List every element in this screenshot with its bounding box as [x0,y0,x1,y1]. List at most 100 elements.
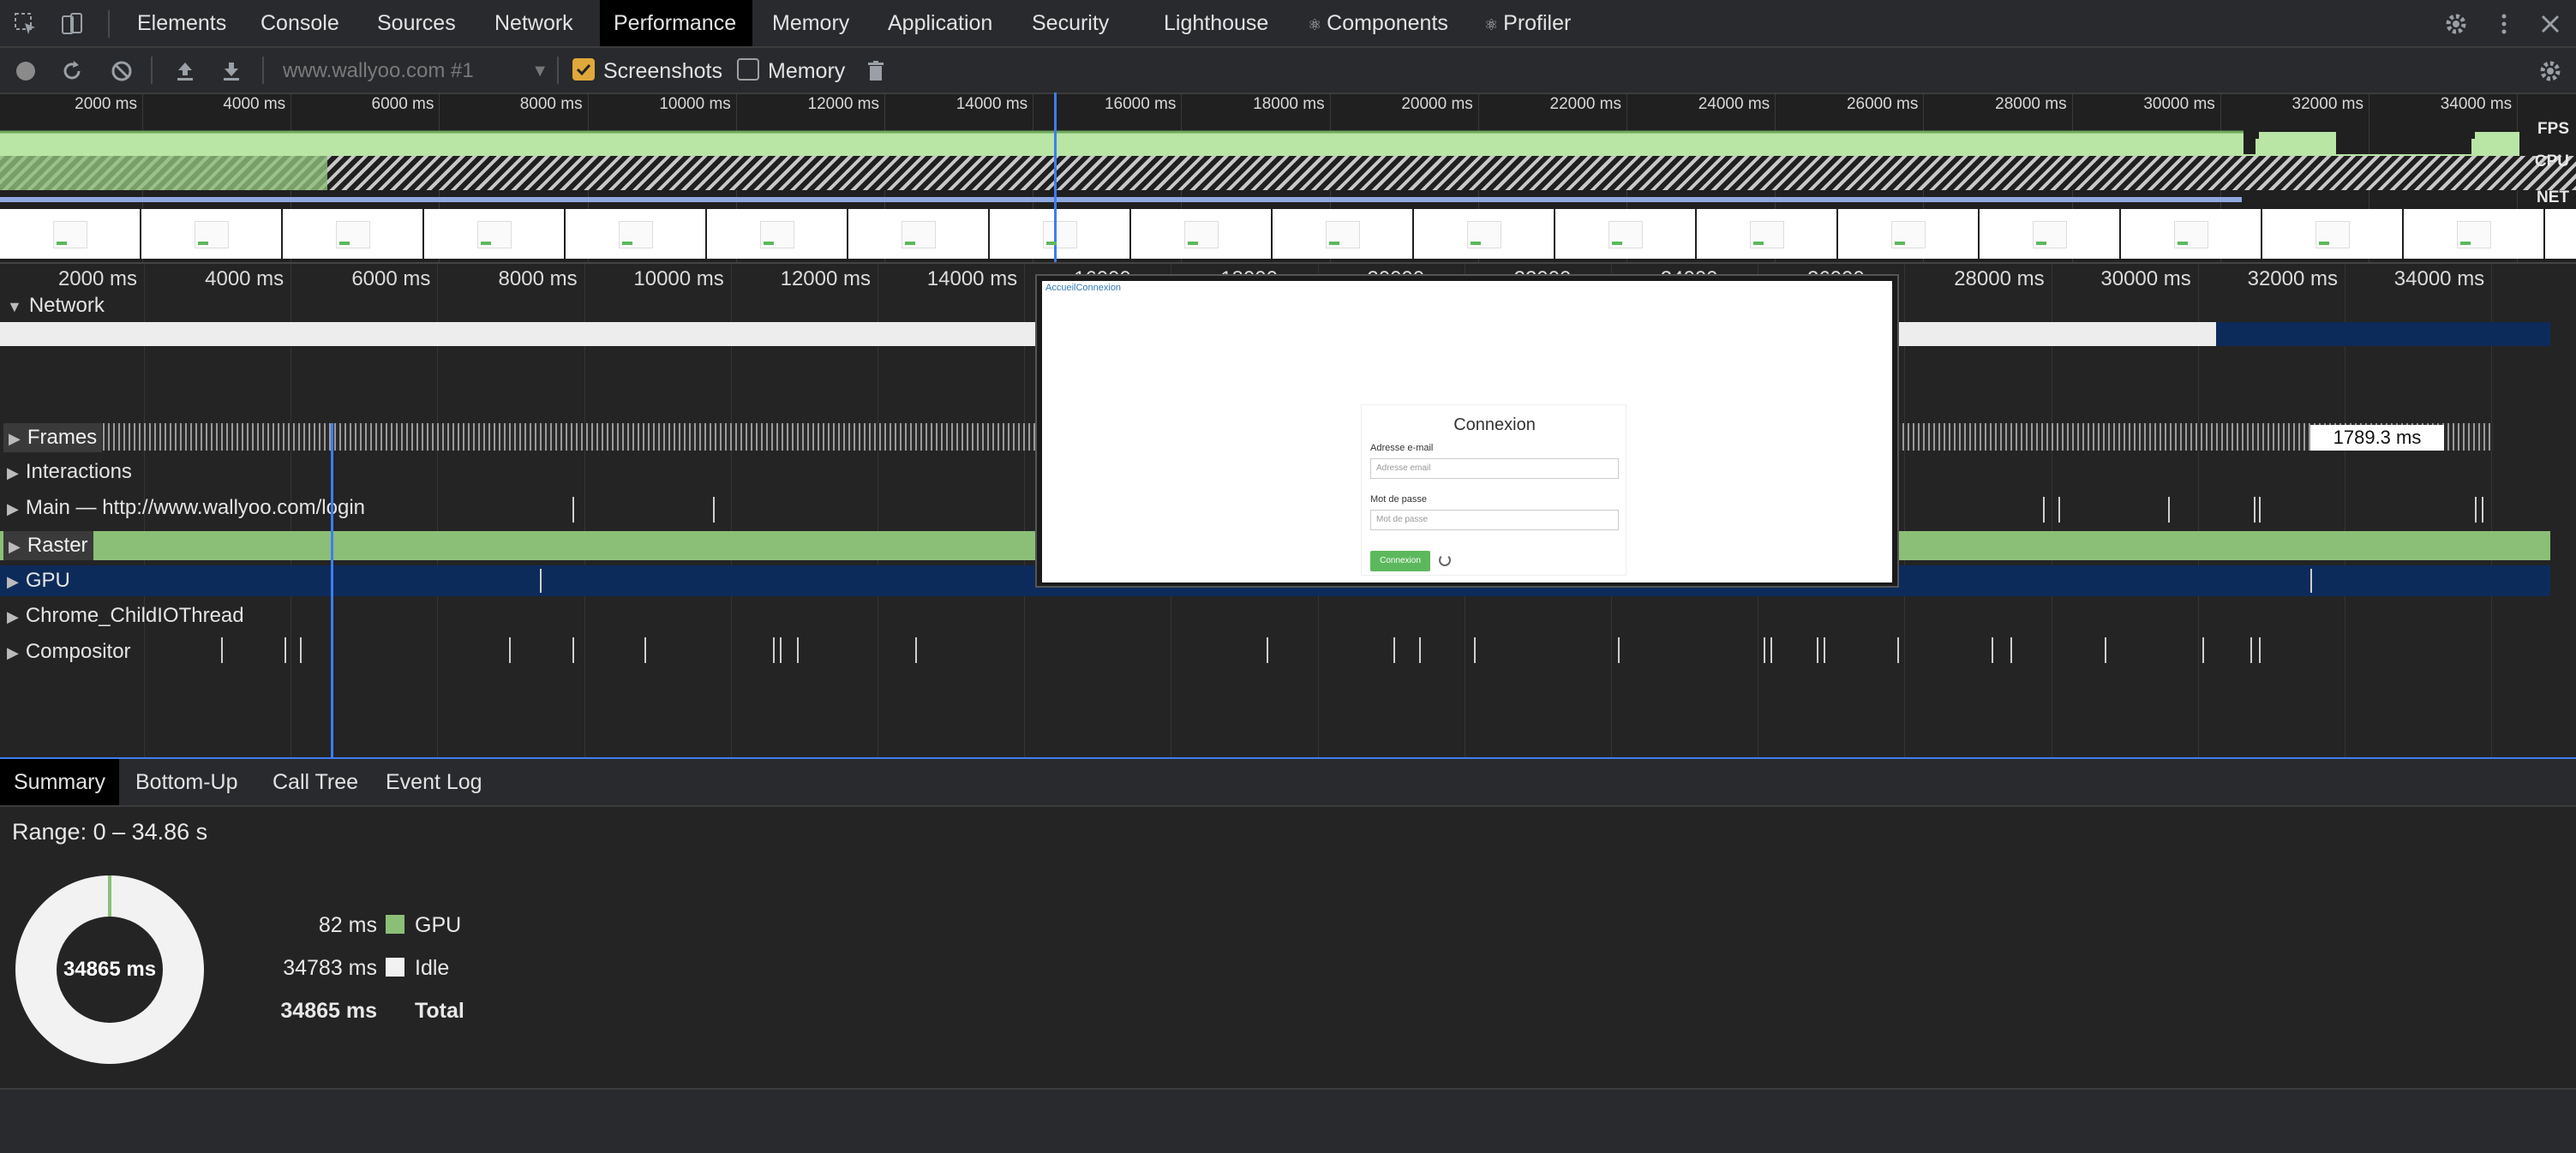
compositor-event-mark[interactable] [1419,637,1421,663]
main-event-mark[interactable] [2475,497,2477,523]
screenshot-thumbnail[interactable] [2262,209,2402,259]
tab-application[interactable]: Application [874,0,1006,46]
screenshot-thumbnail[interactable] [1414,209,1554,259]
reload-icon[interactable] [57,56,87,87]
tab-console[interactable]: Console [247,0,353,46]
screenshot-thumbnail[interactable] [2404,209,2543,259]
compositor-event-mark[interactable] [2105,637,2106,663]
compositor-event-mark[interactable] [509,637,511,663]
tab-bottom-up[interactable]: Bottom-Up [122,759,251,805]
download-profile-icon[interactable] [216,56,247,87]
compositor-event-mark[interactable] [2259,637,2261,663]
compositor-event-mark[interactable] [1770,637,1772,663]
screenshot-thumbnail[interactable] [566,209,705,259]
compositor-event-mark[interactable] [1618,637,1620,663]
settings-gear-icon[interactable] [2441,9,2471,39]
gpu-event-mark[interactable] [2310,569,2312,593]
profile-select[interactable]: www.wallyoo.com #1 ▼ [283,56,548,87]
compositor-event-mark[interactable] [780,637,782,663]
main-event-mark[interactable] [2254,497,2255,523]
compositor-event-mark[interactable] [1992,637,1993,663]
tab-elements[interactable]: Elements [123,0,240,46]
screenshot-thumbnail[interactable] [0,209,140,259]
inspect-element-icon[interactable] [10,9,41,39]
trash-icon[interactable] [860,56,891,87]
compositor-event-mark[interactable] [1897,637,1899,663]
compositor-event-mark[interactable] [1764,637,1765,663]
screenshot-thumbnail[interactable] [1697,209,1836,259]
tab-sources[interactable]: Sources [363,0,470,46]
screenshot-filmstrip[interactable] [0,209,2576,262]
more-options-icon[interactable] [2489,9,2519,39]
compositor-event-mark[interactable] [1824,637,1825,663]
compositor-event-mark[interactable] [915,637,917,663]
tab-performance[interactable]: Performance [600,0,752,46]
main-event-mark[interactable] [2058,497,2060,523]
gpu-event-mark[interactable] [540,569,542,593]
screenshot-thumbnail[interactable] [2121,209,2261,259]
tab-security[interactable]: Security [1018,0,1123,46]
timeline-cursor[interactable] [331,423,333,757]
compositor-event-mark[interactable] [773,637,775,663]
main-event-mark[interactable] [2043,497,2045,523]
timeline-overview[interactable]: 2000 ms 4000 ms 6000 ms 8000 ms 10000 ms 1200… [0,94,2576,262]
screenshot-thumbnail[interactable] [1273,209,1412,259]
screenshot-thumbnail[interactable] [848,209,988,259]
compositor-event-mark[interactable] [2010,637,2012,663]
overview-cursor[interactable] [1054,93,1057,262]
compositor-event-mark[interactable] [285,637,286,663]
record-icon[interactable] [10,56,41,87]
tab-summary[interactable]: Summary [0,759,119,805]
main-event-mark[interactable] [2482,497,2483,523]
compositor-event-mark[interactable] [2250,637,2252,663]
compositor-event-mark[interactable] [1817,637,1818,663]
compositor-event-mark[interactable] [572,637,574,663]
upload-profile-icon[interactable] [170,56,201,87]
tab-memory[interactable]: Memory [758,0,863,46]
network-request-bar[interactable] [2216,322,2550,346]
screenshot-thumbnail[interactable] [141,209,281,259]
main-event-mark[interactable] [2168,497,2170,523]
tab-event-log[interactable]: Event Log [372,759,496,805]
tab-lighthouse[interactable]: Lighthouse [1150,0,1282,46]
tab-network[interactable]: Network [481,0,587,46]
main-event-mark[interactable] [713,497,715,523]
screenshot-thumbnail[interactable] [1980,209,2119,259]
close-icon[interactable] [2535,9,2566,39]
device-toolbar-icon[interactable] [57,9,87,39]
screenshots-checkbox[interactable] [572,58,595,81]
screenshot-thumbnail[interactable] [990,209,1129,259]
main-event-mark[interactable] [2259,497,2261,523]
compositor-event-mark[interactable] [797,637,799,663]
screenshot-thumbnail[interactable] [707,209,847,259]
compositor-event-mark[interactable] [300,637,302,663]
memory-checkbox[interactable] [737,58,759,81]
compositor-event-mark[interactable] [1474,637,1476,663]
clear-icon[interactable] [106,56,137,87]
screenshot-thumbnail[interactable] [1131,209,1271,259]
track-network[interactable]: ▼ Network [7,291,105,320]
compositor-event-mark[interactable] [1267,637,1268,663]
track-gpu[interactable]: ▶ GPU [7,566,70,595]
screenshot-thumbnail[interactable] [2545,209,2576,259]
compositor-event-mark[interactable] [644,637,646,663]
track-frames[interactable]: ▶ Frames [3,423,103,452]
compositor-event-mark[interactable] [221,637,223,663]
capture-settings-gear-icon[interactable] [2535,56,2566,87]
track-raster[interactable]: ▶ Raster [3,531,93,560]
compositor-event-mark[interactable] [1393,637,1395,663]
screenshot-thumbnail[interactable] [1555,209,1695,259]
tab-profiler[interactable]: ⚛ Profiler [1471,0,1585,46]
tab-call-tree[interactable]: Call Tree [259,759,372,805]
tab-components[interactable]: ⚛ Components [1294,0,1462,46]
track-main[interactable]: ▶ Main — http://www.wallyoo.com/login [7,493,365,523]
track-chrome-childio[interactable]: ▶ Chrome_ChildIOThread [7,601,244,630]
track-interactions[interactable]: ▶ Interactions [7,457,132,487]
screenshot-thumbnail[interactable] [1838,209,1978,259]
track-compositor[interactable]: ▶ Compositor [7,637,131,666]
compositor-event-mark[interactable] [2202,637,2204,663]
toolbar-divider [262,57,264,84]
screenshot-thumbnail[interactable] [424,209,564,259]
main-event-mark[interactable] [572,497,574,523]
screenshot-thumbnail[interactable] [283,209,422,259]
